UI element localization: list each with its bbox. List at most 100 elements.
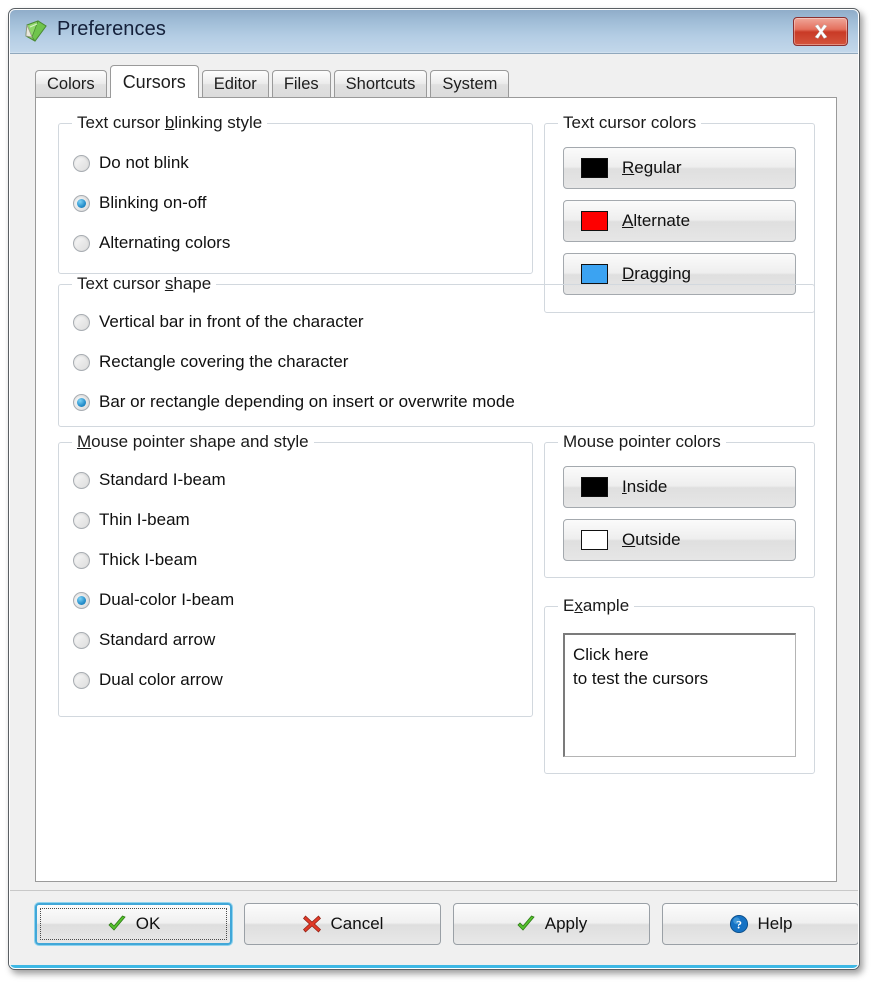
tab-cursors[interactable]: Cursors: [109, 65, 199, 98]
radio-thick-i-beam[interactable]: Thick I-beam: [73, 550, 197, 570]
title-bar: Preferences: [9, 9, 859, 54]
svg-text:?: ?: [736, 918, 742, 932]
notebook-icon: [23, 19, 49, 45]
radio-icon[interactable]: [73, 631, 90, 649]
cursors-tab-panel: Text cursor blinking style Do not blink …: [35, 97, 837, 882]
radio-label: Rectangle covering the character: [99, 352, 349, 371]
button-label: Apply: [544, 914, 588, 933]
button-label: Alternate: [622, 211, 691, 230]
check-icon: [517, 915, 535, 931]
group-mouse-pointer-shape-and-style: Mouse pointer shape and style Standard I…: [58, 432, 533, 717]
radio-standard-i-beam[interactable]: Standard I-beam: [73, 470, 226, 490]
help-button[interactable]: ? Help: [662, 903, 859, 945]
button-cursor-color-alternate[interactable]: Alternate: [563, 200, 796, 242]
radio-label: Blinking on-off: [99, 193, 207, 212]
color-swatch: [581, 530, 608, 550]
radio-alternating-colors[interactable]: Alternating colors: [73, 233, 230, 253]
button-label: Help: [757, 914, 793, 933]
radio-icon[interactable]: [73, 194, 90, 212]
radio-label: Thick I-beam: [99, 550, 198, 569]
radio-icon[interactable]: [73, 591, 90, 609]
tab-label: Cursors: [122, 72, 186, 92]
radio-label: Thin I-beam: [99, 510, 190, 529]
radio-icon[interactable]: [73, 471, 90, 489]
tab-colors[interactable]: Colors: [35, 70, 107, 97]
button-label: Inside: [622, 477, 668, 496]
radio-label: Alternating colors: [99, 233, 231, 252]
radio-rectangle-covering[interactable]: Rectangle covering the character: [73, 352, 348, 372]
group-title: Mouse pointer shape and style: [72, 432, 314, 452]
dialog-button-bar: OK Cancel Apply ? Help: [9, 890, 859, 969]
button-label: Dragging: [622, 264, 691, 283]
radio-blinking-on-off[interactable]: Blinking on-off: [73, 193, 206, 213]
group-title: Mouse pointer colors: [558, 432, 726, 452]
button-pointer-color-inside[interactable]: Inside: [563, 466, 796, 508]
window-title: Preferences: [57, 18, 166, 40]
color-swatch: [581, 264, 608, 284]
tab-label: Colors: [47, 75, 95, 93]
tab-system[interactable]: System: [430, 70, 510, 97]
preferences-window: Preferences Colors Cursors Editor Files …: [8, 8, 860, 970]
radio-icon[interactable]: [73, 353, 90, 371]
group-text-cursor-shape: Text cursor shape Vertical bar in front …: [58, 274, 815, 427]
question-icon: ?: [729, 914, 748, 934]
cross-icon: [302, 915, 321, 933]
radio-icon[interactable]: [73, 313, 90, 331]
radio-dual-color-i-beam[interactable]: Dual-color I-beam: [73, 590, 234, 610]
radio-icon[interactable]: [73, 551, 90, 569]
cancel-button[interactable]: Cancel: [244, 903, 441, 945]
radio-icon[interactable]: [73, 154, 90, 172]
radio-label: Dual-color I-beam: [99, 590, 235, 609]
button-label: OK: [135, 914, 161, 933]
example-text-area[interactable]: Click here to test the cursors: [563, 633, 796, 757]
group-title: Example: [558, 596, 635, 616]
group-title: Text cursor colors: [558, 113, 702, 133]
color-swatch: [581, 477, 608, 497]
tab-label: System: [442, 75, 498, 93]
tab-editor[interactable]: Editor: [201, 70, 269, 97]
apply-button[interactable]: Apply: [453, 903, 650, 945]
group-text-cursor-blinking-style: Text cursor blinking style Do not blink …: [58, 113, 533, 274]
radio-vertical-bar[interactable]: Vertical bar in front of the character: [73, 312, 364, 332]
tab-label: Editor: [213, 75, 257, 93]
radio-label: Do not blink: [99, 153, 189, 172]
group-example: Example Click here to test the cursors: [544, 596, 815, 774]
radio-label: Vertical bar in front of the character: [99, 312, 364, 331]
tab-strip: Colors Cursors Editor Files Shortcuts Sy…: [35, 64, 859, 98]
radio-dual-color-arrow[interactable]: Dual color arrow: [73, 670, 223, 690]
radio-do-not-blink[interactable]: Do not blink: [73, 153, 189, 173]
group-title: Text cursor blinking style: [72, 113, 268, 133]
color-swatch: [581, 158, 608, 178]
radio-standard-arrow[interactable]: Standard arrow: [73, 630, 215, 650]
button-pointer-color-outside[interactable]: Outside: [563, 519, 796, 561]
tab-files[interactable]: Files: [271, 70, 331, 97]
tab-label: Shortcuts: [345, 75, 416, 93]
close-icon: [814, 24, 827, 39]
radio-label: Standard arrow: [99, 630, 216, 649]
radio-bar-or-rectangle[interactable]: Bar or rectangle depending on insert or …: [73, 392, 515, 412]
radio-label: Standard I-beam: [99, 470, 226, 489]
radio-icon[interactable]: [73, 671, 90, 689]
radio-thin-i-beam[interactable]: Thin I-beam: [73, 510, 190, 530]
tab-label: Files: [283, 75, 319, 93]
button-label: Outside: [622, 530, 681, 549]
radio-icon[interactable]: [73, 511, 90, 529]
footer-accent-line: [9, 965, 859, 969]
button-label: Cancel: [330, 914, 384, 933]
radio-icon[interactable]: [73, 234, 90, 252]
button-label: Regular: [622, 158, 682, 177]
tab-shortcuts[interactable]: Shortcuts: [333, 70, 428, 97]
group-mouse-pointer-colors: Mouse pointer colors Inside Outside: [544, 432, 815, 578]
radio-label: Dual color arrow: [99, 670, 223, 689]
radio-icon[interactable]: [73, 393, 90, 411]
check-icon: [108, 915, 126, 931]
example-line: Click here: [573, 645, 649, 664]
ok-button[interactable]: OK: [35, 903, 232, 945]
close-button[interactable]: [793, 17, 848, 46]
radio-label: Bar or rectangle depending on insert or …: [99, 392, 515, 411]
button-cursor-color-regular[interactable]: Regular: [563, 147, 796, 189]
example-line: to test the cursors: [573, 669, 709, 688]
color-swatch: [581, 211, 608, 231]
group-title: Text cursor shape: [72, 274, 217, 294]
focus-ring: [40, 908, 227, 940]
